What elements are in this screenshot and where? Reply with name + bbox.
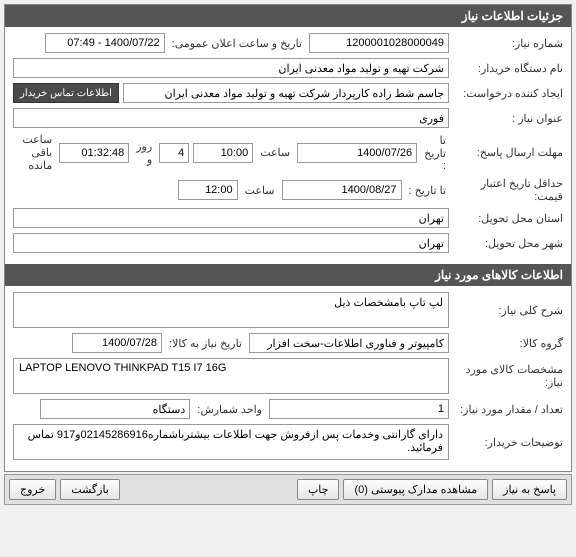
need-no-field[interactable]	[309, 33, 449, 53]
quantity-field[interactable]	[269, 399, 449, 419]
days-remaining-field[interactable]	[159, 143, 189, 163]
unit-field[interactable]	[40, 399, 190, 419]
section1-header: جزئیات اطلاعات نیاز	[5, 5, 571, 27]
goods-spec-field[interactable]	[13, 358, 449, 394]
days-and-label: روز و	[133, 140, 155, 166]
contact-buyer-button[interactable]: اطلاعات تماس خریدار	[13, 83, 119, 103]
time-label-2: ساعت	[242, 184, 278, 197]
section2-body: شرح کلی نیاز: گروه کالا: تاریخ نیاز به ک…	[5, 286, 571, 471]
back-button[interactable]: بازگشت	[60, 479, 120, 500]
print-button[interactable]: چاپ	[297, 479, 340, 500]
city-label: شهر محل تحویل:	[453, 237, 563, 250]
deadline-time-field[interactable]	[193, 143, 253, 163]
province-label: استان محل تحویل:	[453, 212, 563, 225]
price-valid-time-field[interactable]	[178, 180, 238, 200]
quantity-label: تعداد / مقدار مورد نیاز:	[453, 403, 563, 416]
unit-label: واحد شمارش:	[194, 403, 265, 416]
exit-button[interactable]: خروج	[9, 479, 56, 500]
announce-field[interactable]	[45, 33, 165, 53]
need-no-label: شماره نیاز:	[453, 37, 563, 50]
buyer-field[interactable]	[13, 58, 449, 78]
section1-body: شماره نیاز: تاریخ و ساعت اعلان عمومی: نا…	[5, 27, 571, 264]
buyer-label: نام دستگاه خریدار:	[453, 62, 563, 75]
need-title-label: عنوان نیاز :	[453, 112, 563, 125]
view-attachments-button[interactable]: مشاهده مدارک پیوستی (0)	[343, 479, 488, 500]
province-field[interactable]	[13, 208, 449, 228]
deadline-date-field[interactable]	[297, 143, 417, 163]
section2-header: اطلاعات کالاهای مورد نیاز	[5, 264, 571, 286]
goods-spec-label: مشخصات کالای مورد نیاز:	[453, 363, 563, 389]
reply-button[interactable]: پاسخ به نیاز	[492, 479, 567, 500]
to-date-label-2: تا تاریخ :	[406, 184, 449, 197]
need-date-field[interactable]	[72, 333, 162, 353]
general-desc-label: شرح کلی نیاز:	[453, 304, 563, 317]
to-date-label-1: تا تاریخ :	[421, 134, 449, 172]
hours-remain-label: ساعت باقی مانده	[13, 133, 55, 172]
buyer-notes-label: توضیحات خریدار:	[453, 436, 563, 449]
general-desc-field[interactable]	[13, 292, 449, 328]
creator-label: ایجاد کننده درخواست:	[453, 87, 563, 100]
goods-group-field[interactable]	[249, 333, 449, 353]
price-valid-date-field[interactable]	[282, 180, 402, 200]
time-label-1: ساعت	[257, 146, 293, 159]
buyer-notes-field[interactable]	[13, 424, 449, 460]
need-title-field[interactable]	[13, 108, 449, 128]
city-field[interactable]	[13, 233, 449, 253]
need-date-label: تاریخ نیاز به کالا:	[166, 337, 245, 350]
footer-toolbar: پاسخ به نیاز مشاهده مدارک پیوستی (0) چاپ…	[4, 474, 572, 505]
footer-spacer	[124, 479, 293, 500]
countdown-field[interactable]	[59, 143, 129, 163]
goods-group-label: گروه کالا:	[453, 337, 563, 350]
creator-field[interactable]	[123, 83, 449, 103]
price-valid-label: حداقل تاریخ اعتبار قیمت:	[453, 177, 563, 203]
announce-label: تاریخ و ساعت اعلان عمومی:	[169, 37, 305, 50]
deadline-label: مهلت ارسال پاسخ:	[453, 146, 563, 159]
details-window: جزئیات اطلاعات نیاز شماره نیاز: تاریخ و …	[4, 4, 572, 472]
